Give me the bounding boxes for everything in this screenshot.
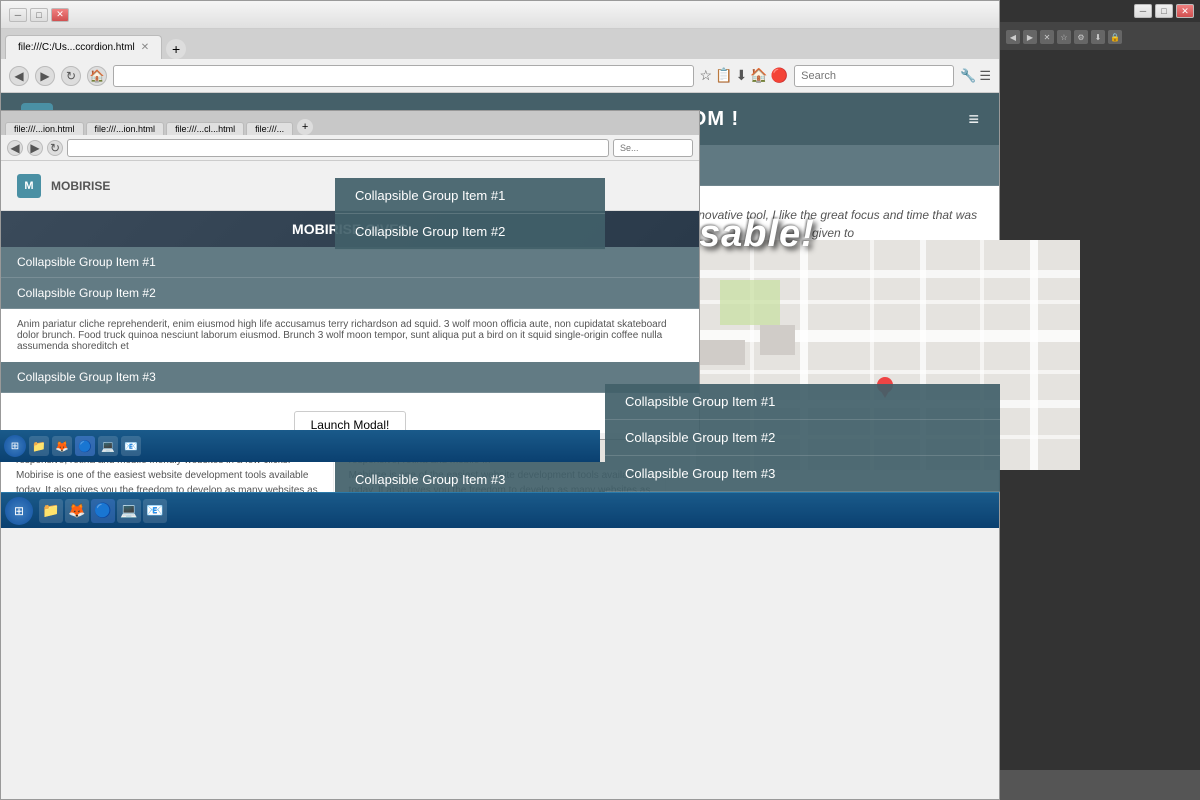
tab-bar: file:///C:/Us...ccordion.html ✕ + — [1, 29, 999, 59]
overlay-acc-label-2: Collapsible Group Item #2 — [355, 224, 505, 239]
download-icon[interactable]: ⬇ — [736, 67, 748, 84]
second-search-input[interactable] — [613, 139, 693, 157]
taskbar-icon-4[interactable]: 💻 — [117, 499, 141, 523]
second-tab-3[interactable]: file:///...cl...html — [166, 122, 244, 135]
overlay-acc-item-1[interactable]: Collapsible Group Item #1 — [335, 178, 605, 214]
second-coll-label-1: Collapsible Group Item #1 — [17, 255, 156, 269]
taskbar-icon-2[interactable]: 🦊 — [65, 499, 89, 523]
new-tab-button[interactable]: + — [166, 39, 186, 59]
s-tab-label-3: file:///...cl...html — [175, 124, 235, 134]
second-taskbar: ⊞ 📁 🦊 🔵 💻 📧 — [0, 430, 600, 462]
right-panel-top: ─ □ ✕ ◀ ▶ ✕ ☆ ⚙ ⬇ 🔒 — [1000, 0, 1200, 50]
second-taskbar-icon-5[interactable]: 📧 — [121, 436, 141, 456]
second-start-button[interactable]: ⊞ — [4, 435, 26, 457]
rp-close-button[interactable]: ✕ — [1176, 4, 1194, 18]
toolbar-icons: ☆ 📋 ⬇ 🏠 🔴 — [700, 67, 789, 84]
back-button[interactable]: ◀ — [9, 66, 29, 86]
tab-label: file:///C:/Us...ccordion.html — [18, 42, 135, 53]
rp-forward-icon[interactable]: ▶ — [1023, 30, 1037, 44]
rp-stop-icon[interactable]: ✕ — [1040, 30, 1054, 44]
second-tab-bar: file:///...ion.html file:///...ion.html … — [1, 111, 699, 135]
overlay-acc-label-3: Collapsible Group Item #3 — [355, 472, 505, 487]
start-button[interactable]: ⊞ — [5, 497, 33, 525]
rp-maximize-button[interactable]: □ — [1155, 4, 1173, 18]
taskbar-icon-1[interactable]: 📁 — [39, 499, 63, 523]
second-collapsible-2[interactable]: Collapsible Group Item #2 — [1, 278, 699, 309]
active-tab[interactable]: file:///C:/Us...ccordion.html ✕ — [5, 35, 162, 59]
rp-minimize-button[interactable]: ─ — [1134, 4, 1152, 18]
taskbar: ⊞ 📁 🦊 🔵 💻 📧 — [1, 492, 999, 528]
second-content-text: Anim pariatur cliche reprehenderit, enim… — [17, 319, 667, 352]
right-acc-item-3[interactable]: Collapsible Group Item #3 — [605, 456, 1000, 492]
overlay-accordion-top: Collapsible Group Item #1 Collapsible Gr… — [335, 178, 605, 250]
minimize-button[interactable]: ─ — [9, 8, 27, 22]
modal-button-area: Launch Modal! — [1, 393, 699, 433]
search-input[interactable] — [794, 65, 954, 87]
right-acc-label-1: Collapsible Group Item #1 — [625, 394, 775, 409]
second-collapsible-1[interactable]: Collapsible Group Item #1 — [1, 247, 699, 278]
second-back-button[interactable]: ◀ — [7, 140, 23, 156]
rp-download-icon[interactable]: ⬇ — [1091, 30, 1105, 44]
second-logo-icon: M — [17, 174, 41, 198]
second-taskbar-icon-2[interactable]: 🦊 — [52, 436, 72, 456]
taskbar-icon-5[interactable]: 📧 — [143, 499, 167, 523]
address-input[interactable]: file:///C:/Users/DreamPiF/AppData/Local/… — [113, 65, 694, 87]
home-icon[interactable]: 🏠 — [750, 67, 767, 84]
second-coll-label-3: Collapsible Group Item #3 — [17, 370, 156, 384]
second-coll-label-2: Collapsible Group Item #2 — [17, 286, 156, 300]
plugin-icon[interactable]: 🔴 — [771, 67, 788, 84]
right-acc-label-3: Collapsible Group Item #3 — [625, 466, 775, 481]
star-icon[interactable]: ☆ — [700, 67, 713, 84]
right-panel-toolbar: ◀ ▶ ✕ ☆ ⚙ ⬇ 🔒 — [1000, 22, 1200, 52]
taskbar-icon-3[interactable]: 🔵 — [91, 499, 115, 523]
s-tab-label-1: file:///...ion.html — [14, 124, 75, 134]
rp-star-icon[interactable]: ☆ — [1057, 30, 1071, 44]
second-refresh-button[interactable]: ↻ — [47, 140, 63, 156]
menu-icon[interactable]: ☰ — [979, 68, 991, 84]
second-new-tab-button[interactable]: + — [297, 119, 313, 135]
maximize-button[interactable]: □ — [30, 8, 48, 22]
right-acc-label-2: Collapsible Group Item #2 — [625, 430, 775, 445]
right-acc-item-1[interactable]: Collapsible Group Item #1 — [605, 384, 1000, 420]
right-acc-item-2[interactable]: Collapsible Group Item #2 — [605, 420, 1000, 456]
refresh-button[interactable]: ↻ — [61, 66, 81, 86]
rp-back-icon[interactable]: ◀ — [1006, 30, 1020, 44]
second-address-input[interactable]: rs/DreamPiF/AppData/Local/Temp/Mobirise-… — [67, 139, 609, 157]
overlay-acc-item-2[interactable]: Collapsible Group Item #2 — [335, 214, 605, 250]
s-tab-label-2: file:///...ion.html — [95, 124, 156, 134]
address-bar-row: ◀ ▶ ↻ 🏠 file:///C:/Users/DreamPiF/AppDat… — [1, 59, 999, 93]
title-bar: ─ □ ✕ — [1, 1, 999, 29]
second-browser-window: file:///...ion.html file:///...ion.html … — [0, 110, 700, 440]
bookmark-icon[interactable]: 📋 — [715, 67, 732, 84]
tab-close-icon[interactable]: ✕ — [141, 42, 149, 53]
second-taskbar-icon-4[interactable]: 💻 — [98, 436, 118, 456]
second-tab-1[interactable]: file:///...ion.html — [5, 122, 84, 135]
tools-icon[interactable]: 🔧 — [960, 68, 976, 84]
extra-toolbar: 🔧 ☰ — [960, 68, 991, 84]
second-tab-4[interactable]: file:///... — [246, 122, 293, 135]
second-collapsible-content: Anim pariatur cliche reprehenderit, enim… — [1, 309, 699, 362]
hamburger-menu[interactable]: ≡ — [968, 109, 979, 130]
s-tab-label-4: file:///... — [255, 124, 284, 134]
second-taskbar-icon-3[interactable]: 🔵 — [75, 436, 95, 456]
right-accordion: Collapsible Group Item #1 Collapsible Gr… — [605, 384, 1000, 492]
rp-lock-icon[interactable]: 🔒 — [1108, 30, 1122, 44]
second-forward-button[interactable]: ▶ — [27, 140, 43, 156]
right-panel-controls: ─ □ ✕ — [1000, 0, 1200, 22]
close-button[interactable]: ✕ — [51, 8, 69, 22]
second-logo-text: MOBIRISE — [51, 179, 110, 193]
overlay-acc-label-1: Collapsible Group Item #1 — [355, 188, 505, 203]
right-panel-text — [1008, 58, 1192, 78]
forward-button[interactable]: ▶ — [35, 66, 55, 86]
second-taskbar-icon-1[interactable]: 📁 — [29, 436, 49, 456]
home-button[interactable]: 🏠 — [87, 66, 107, 86]
rp-gear-icon[interactable]: ⚙ — [1074, 30, 1088, 44]
second-address-bar-row: ◀ ▶ ↻ rs/DreamPiF/AppData/Local/Temp/Mob… — [1, 135, 699, 161]
second-tab-2[interactable]: file:///...ion.html — [86, 122, 165, 135]
second-collapsible-3[interactable]: Collapsible Group Item #3 — [1, 362, 699, 393]
